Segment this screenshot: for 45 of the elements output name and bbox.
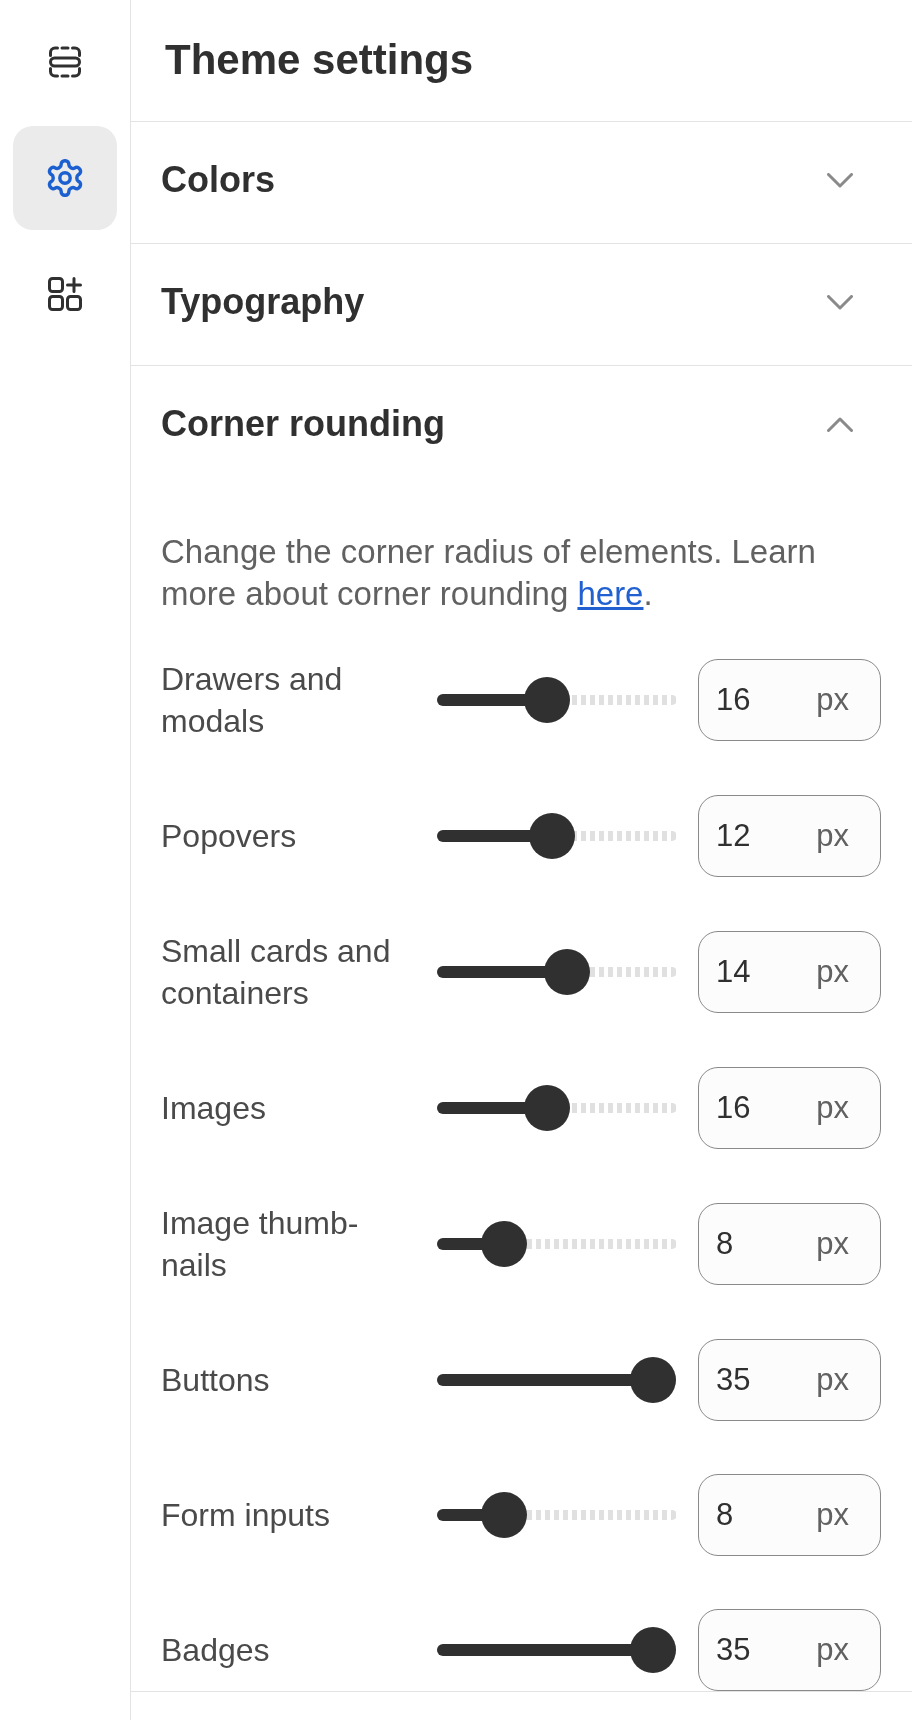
slider-track[interactable] — [437, 677, 677, 723]
description-text: Change the corner radius of elements. Learn more about corner rounding here. — [161, 532, 817, 614]
accordion-header[interactable]: Corner rounding — [131, 366, 912, 487]
number-input[interactable]: 8 px — [698, 1474, 881, 1556]
number-input[interactable]: 16 px — [698, 1067, 881, 1149]
unit-label: px — [816, 954, 849, 990]
setting-label: Form inputs — [161, 1496, 331, 1535]
slider-track[interactable] — [437, 813, 677, 859]
accordion-header[interactable]: Typography — [131, 244, 912, 365]
slider-thumb[interactable] — [630, 1357, 676, 1403]
number-input[interactable]: 8 px — [698, 1203, 881, 1285]
number-input[interactable]: 14 px — [698, 931, 881, 1013]
number-input[interactable]: 35 px — [698, 1339, 881, 1421]
sidebar-tab[interactable] — [13, 126, 117, 230]
dashed-section-icon — [48, 45, 82, 79]
unit-label: px — [816, 1632, 849, 1668]
unit-label: px — [816, 1497, 849, 1533]
slider-thumb[interactable] — [543, 949, 590, 995]
panel-title: Theme settings — [165, 35, 475, 85]
unit-label: px — [816, 1362, 849, 1398]
slider-track[interactable] — [437, 949, 677, 995]
setting-label: Images — [161, 1089, 267, 1128]
accordion-header[interactable]: Colors — [131, 122, 912, 243]
setting-label: Buttons — [161, 1361, 271, 1400]
help-link[interactable]: here — [577, 575, 644, 612]
slider-track[interactable] — [437, 1221, 677, 1267]
unit-label: px — [816, 682, 849, 718]
unit-label: px — [816, 1090, 849, 1126]
unit-label: px — [816, 1226, 849, 1262]
slider-thumb[interactable] — [630, 1627, 676, 1673]
number-input[interactable]: 35 px — [698, 1609, 881, 1691]
number-input[interactable]: 16 px — [698, 659, 881, 741]
setting-label: Image thumb-nails — [161, 1204, 360, 1285]
slider-track[interactable] — [437, 1085, 677, 1131]
setting-label: Drawers and modals — [161, 660, 344, 741]
number-input[interactable]: 12 px — [698, 795, 881, 877]
slider-track[interactable] — [437, 1627, 677, 1673]
slider-track[interactable] — [437, 1492, 677, 1538]
setting-label: Popovers — [161, 817, 298, 856]
setting-label: Badges — [161, 1631, 271, 1670]
setting-label: Small cards and containers — [161, 932, 392, 1013]
slider-track[interactable] — [437, 1357, 677, 1403]
unit-label: px — [816, 818, 849, 854]
settings-icon — [46, 159, 84, 197]
grid-plus-icon — [48, 277, 82, 311]
